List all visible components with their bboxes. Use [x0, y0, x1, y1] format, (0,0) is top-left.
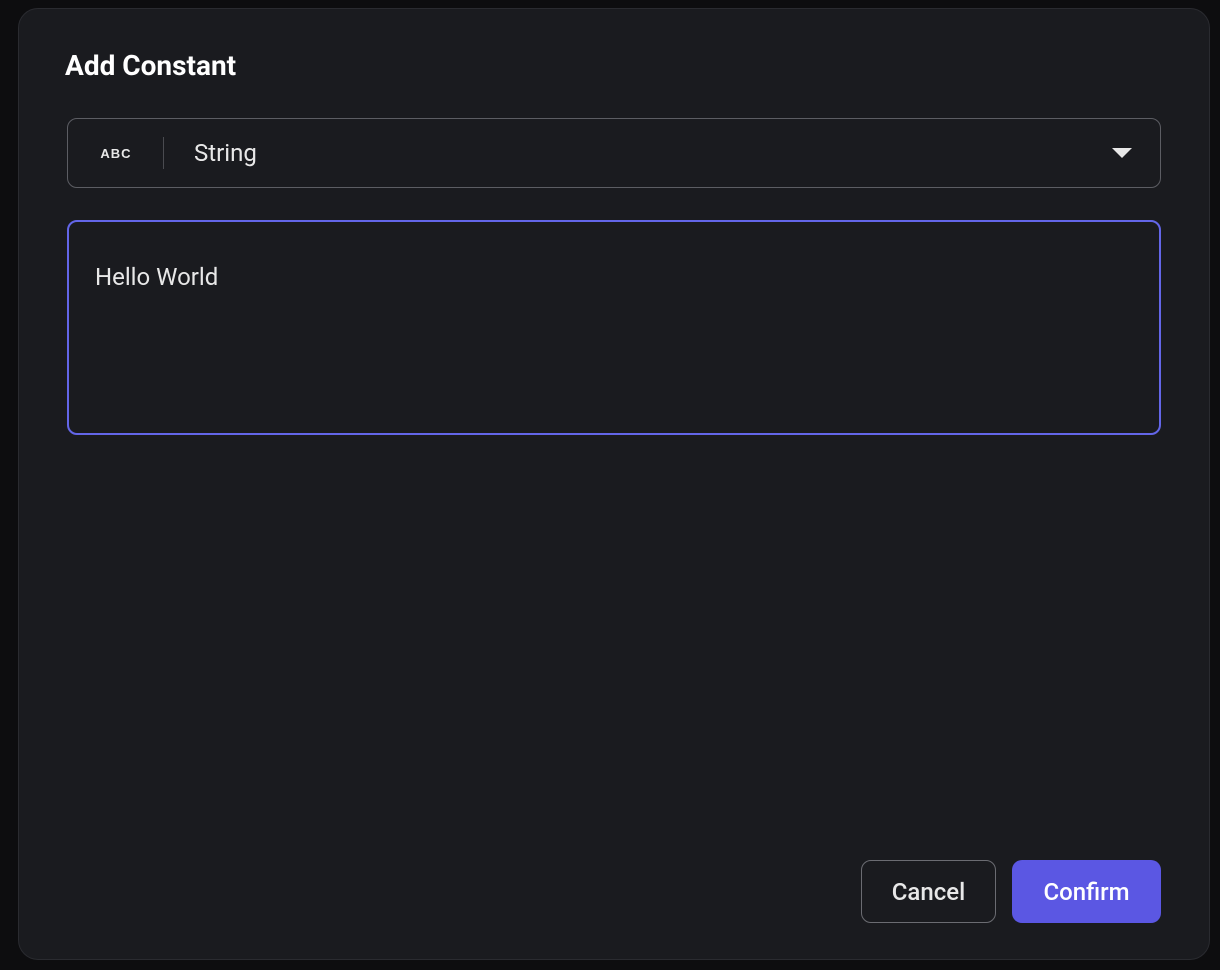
- type-selector-label: String: [194, 139, 1112, 167]
- string-type-icon: ABC: [100, 146, 131, 161]
- constant-value-input[interactable]: [67, 220, 1161, 435]
- spacer: [67, 435, 1161, 860]
- dialog-button-row: Cancel Confirm: [67, 860, 1161, 923]
- dialog-title: Add Constant: [65, 49, 1161, 82]
- type-icon-container: ABC: [68, 119, 164, 187]
- confirm-button[interactable]: Confirm: [1012, 860, 1161, 923]
- chevron-down-icon: [1112, 148, 1132, 158]
- type-selector-dropdown[interactable]: ABC String: [67, 118, 1161, 188]
- cancel-button[interactable]: Cancel: [861, 860, 996, 923]
- add-constant-dialog: Add Constant ABC String Cancel Confirm: [18, 8, 1210, 960]
